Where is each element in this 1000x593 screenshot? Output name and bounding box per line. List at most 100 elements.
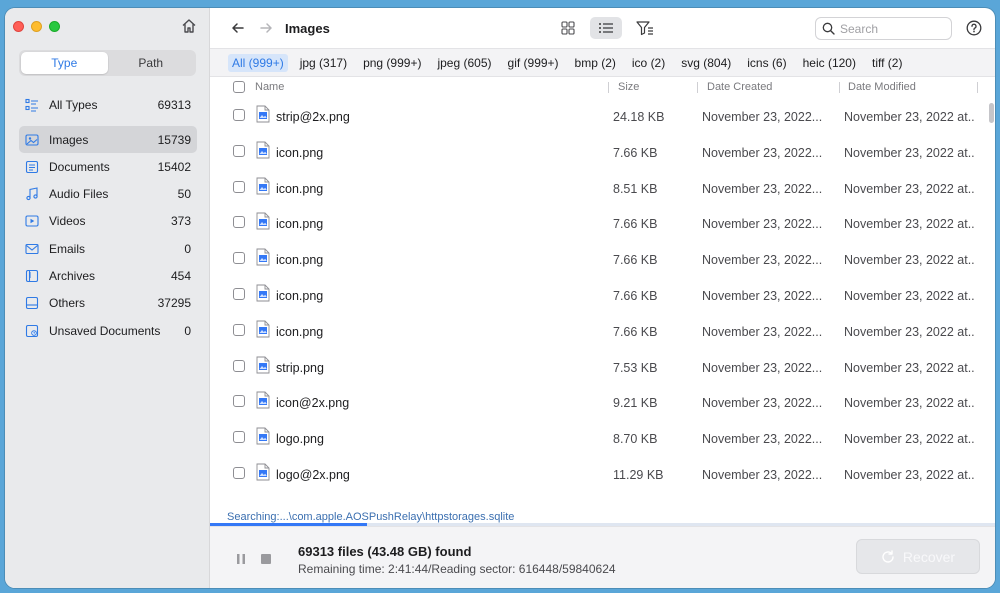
row-checkbox[interactable] — [233, 287, 245, 300]
table-row[interactable]: icon.png 7.66 KB November 23, 2022... Novem… — [210, 205, 986, 241]
table-row[interactable]: logo@2x.png 11.29 KB November 23, 2022... N… — [210, 456, 986, 492]
forward-arrow-icon[interactable] — [258, 20, 274, 36]
column-divider[interactable] — [839, 82, 840, 93]
column-header-date-created[interactable]: Date Created — [707, 81, 772, 93]
column-divider[interactable] — [697, 82, 698, 93]
archive-icon — [25, 269, 39, 283]
ext-filter-png[interactable]: png (999+) — [359, 54, 425, 72]
ext-filter-ico[interactable]: ico (2) — [628, 54, 669, 72]
table-row[interactable]: strip@2x.png 24.18 KB November 23, 2022...… — [210, 98, 986, 134]
ext-filter-all[interactable]: All (999+) — [228, 53, 288, 72]
column-header-size[interactable]: Size — [618, 81, 639, 93]
minimize-window-button[interactable] — [31, 21, 42, 32]
column-divider[interactable] — [977, 82, 978, 93]
help-icon[interactable] — [966, 20, 982, 36]
file-date-modified: November 23, 2022 at... — [844, 181, 974, 196]
file-date-created: November 23, 2022... — [702, 145, 823, 160]
png-file-icon — [255, 356, 271, 377]
row-checkbox[interactable] — [233, 109, 245, 121]
row-checkbox[interactable] — [233, 252, 245, 265]
table-row[interactable]: icon.png 7.66 KB November 23, 2022... Novem… — [210, 277, 986, 313]
category-unsaved-documents[interactable]: Unsaved Documents 0 — [19, 317, 197, 344]
category-all-types[interactable]: All Types 69313 — [19, 90, 197, 120]
category-label: Unsaved Documents — [49, 323, 161, 338]
file-date-created: November 23, 2022... — [702, 288, 823, 303]
png-file-icon — [255, 105, 271, 126]
column-divider[interactable] — [608, 82, 609, 93]
list-view-button[interactable] — [590, 17, 622, 39]
category-audio-files[interactable]: Audio Files 50 — [19, 181, 197, 208]
file-date-modified: November 23, 2022 at... — [844, 360, 974, 375]
row-checkbox[interactable] — [233, 144, 245, 157]
home-icon[interactable] — [180, 17, 198, 35]
ext-filter-icns[interactable]: icns (6) — [743, 54, 790, 72]
table-row[interactable]: icon.png 8.51 KB November 23, 2022... Novem… — [210, 170, 986, 206]
ext-filter-tiff[interactable]: tiff (2) — [868, 54, 906, 72]
search-input[interactable] — [840, 21, 945, 36]
ext-filter-gif[interactable]: gif (999+) — [504, 54, 563, 72]
grid-icon — [561, 21, 575, 35]
column-header-date-modified[interactable]: Date Modified — [848, 81, 916, 93]
category-count: 15402 — [157, 159, 191, 174]
category-documents[interactable]: Documents 15402 — [19, 153, 197, 180]
row-checkbox[interactable] — [233, 466, 245, 479]
back-arrow-icon[interactable] — [230, 20, 246, 36]
file-size: 7.66 KB — [613, 145, 658, 160]
row-checkbox[interactable] — [233, 431, 245, 444]
row-checkbox[interactable] — [233, 359, 245, 372]
filter-icon[interactable] — [634, 17, 656, 39]
png-file-icon — [255, 320, 271, 341]
category-videos[interactable]: Videos 373 — [19, 208, 197, 235]
table-row[interactable]: icon.png 7.66 KB November 23, 2022... Novem… — [210, 134, 986, 170]
file-date-created: November 23, 2022... — [702, 324, 823, 339]
table-row[interactable]: strip.png 7.53 KB November 23, 2022... Nove… — [210, 349, 986, 385]
grid-view-button[interactable] — [554, 17, 582, 39]
stop-icon[interactable] — [260, 552, 272, 564]
file-size: 8.51 KB — [613, 181, 658, 196]
pause-icon[interactable] — [235, 552, 247, 564]
recover-button[interactable]: Recover — [856, 539, 980, 574]
select-all-checkbox[interactable] — [233, 81, 245, 93]
files-found-text: 69313 files (43.48 GB) found — [298, 544, 472, 559]
file-date-created: November 23, 2022... — [702, 181, 823, 196]
row-checkbox[interactable] — [233, 323, 245, 336]
category-others[interactable]: Others 37295 — [19, 290, 197, 317]
category-count: 0 — [184, 241, 191, 256]
row-checkbox[interactable] — [233, 216, 245, 229]
table-row[interactable]: icon.png 7.66 KB November 23, 2022... Novem… — [210, 241, 986, 277]
table-row[interactable]: icon@2x.png 9.21 KB November 23, 2022... No… — [210, 384, 986, 420]
search-box[interactable] — [815, 17, 952, 40]
column-header-name[interactable]: Name — [255, 81, 284, 93]
remaining-time-text: Remaining time: 2:41:44/Reading sector: … — [298, 562, 616, 576]
file-size: 24.18 KB — [613, 110, 665, 124]
file-name: icon.png — [276, 288, 324, 303]
table-scrollbar[interactable] — [989, 103, 994, 123]
file-date-modified: November 23, 2022 at... — [844, 145, 974, 160]
row-checkbox[interactable] — [233, 180, 245, 193]
category-images[interactable]: Images 15739 — [19, 126, 197, 153]
file-table: strip@2x.png 24.18 KB November 23, 2022...… — [210, 98, 986, 515]
ext-filter-heic[interactable]: heic (120) — [799, 54, 860, 72]
png-file-icon — [255, 427, 271, 448]
png-file-icon — [255, 248, 271, 269]
table-row[interactable]: icon.png 7.66 KB November 23, 2022... Novem… — [210, 313, 986, 349]
category-emails[interactable]: Emails 0 — [19, 235, 197, 262]
list-view-icon — [599, 23, 613, 33]
file-name: icon.png — [276, 324, 324, 339]
file-name: icon.png — [276, 181, 324, 196]
segment-type[interactable]: Type — [21, 52, 108, 74]
segment-path[interactable]: Path — [108, 52, 195, 74]
file-name: strip@2x.png — [276, 110, 350, 124]
list-icon — [25, 98, 39, 112]
zoom-window-button[interactable] — [49, 21, 60, 32]
ext-filter-svg[interactable]: svg (804) — [677, 54, 735, 72]
close-window-button[interactable] — [13, 21, 24, 32]
ext-filter-jpg[interactable]: jpg (317) — [296, 54, 351, 72]
table-row[interactable]: logo.png 8.70 KB November 23, 2022... Novem… — [210, 420, 986, 456]
category-archives[interactable]: Archives 454 — [19, 262, 197, 289]
row-checkbox[interactable] — [233, 395, 245, 408]
ext-filter-bmp[interactable]: bmp (2) — [571, 54, 620, 72]
main-panel: Images All (999+) jpg (317) png (999+) — [210, 8, 995, 588]
video-icon — [25, 214, 39, 228]
ext-filter-jpeg[interactable]: jpeg (605) — [433, 54, 495, 72]
